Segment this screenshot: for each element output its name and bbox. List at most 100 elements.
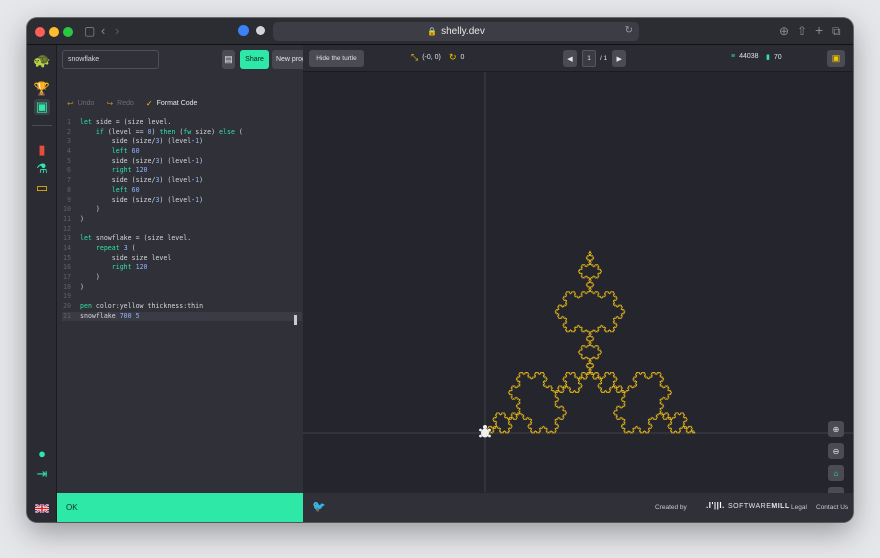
line-number: 17	[63, 273, 71, 281]
contact-link[interactable]: Contact Us	[816, 504, 848, 511]
canvas-toolbar: Hide the turtle ⤡ (-0, 0) ↻ 0 ◀ 1 / 1 ▶ …	[303, 45, 853, 72]
close-window-button[interactable]	[35, 27, 45, 37]
code-line[interactable]: 17 )	[62, 273, 302, 283]
line-number: 11	[63, 214, 71, 223]
browser-toolbar: ▢ ‹ › 🔒 shelly.dev ↻ ⊕ ⇧ + ⧉	[27, 18, 853, 45]
line-number: 2	[67, 127, 71, 136]
export-image-button[interactable]: ▣	[827, 50, 845, 67]
flag-uk-icon[interactable]	[34, 500, 50, 516]
legal-link[interactable]: Legal	[791, 504, 807, 511]
code-line[interactable]: 13 let snowflake = (size level.	[62, 234, 302, 244]
code-line[interactable]: 15 side size level	[62, 254, 302, 264]
line-text: let snowflake = (size level.	[80, 234, 192, 243]
code-line[interactable]: 9 side (size/3) (level-1)	[62, 196, 302, 206]
line-number: 8	[67, 185, 71, 194]
turtle-sprite	[479, 425, 491, 438]
code-line[interactable]: 12	[62, 225, 302, 235]
turtle-logo-icon[interactable]: 🐢	[33, 52, 50, 68]
zoom-window-button[interactable]	[63, 27, 73, 37]
reload-icon[interactable]: ↻	[625, 25, 633, 36]
new-tab-icon[interactable]: +	[815, 22, 823, 38]
url-text: shelly.dev	[441, 26, 485, 37]
format-code-button[interactable]: ✓ Format Code	[146, 99, 198, 108]
zoom-in-button[interactable]: ⊕	[828, 421, 844, 437]
logout-icon[interactable]: ⇥	[34, 466, 50, 482]
twitter-icon[interactable]: 🐦	[312, 500, 326, 513]
extension-icon[interactable]	[238, 25, 249, 36]
center-turtle-button[interactable]: ⌂	[828, 465, 844, 481]
turtle-angle: ↻ 0	[449, 52, 464, 63]
prev-page-button[interactable]: ◀	[563, 50, 577, 67]
bus-icon[interactable]: ▭	[34, 180, 50, 196]
format-label: Format Code	[156, 99, 198, 107]
zoom-out-button[interactable]: ⊖	[828, 443, 844, 459]
save-button[interactable]: ▤	[222, 50, 235, 69]
share-icon[interactable]: ⇧	[797, 23, 807, 39]
tab-overview-icon[interactable]: ⧉	[832, 23, 841, 39]
forward-icon[interactable]: ›	[115, 23, 119, 39]
softwaremill-name[interactable]: SOFTWAREMILL	[728, 503, 790, 510]
address-bar[interactable]: 🔒 shelly.dev ↻	[273, 22, 639, 41]
code-line[interactable]: 11)	[62, 215, 302, 225]
line-number: 12	[63, 224, 71, 233]
page-total: / 1	[600, 55, 608, 62]
privacy-shield-icon[interactable]	[256, 26, 265, 35]
next-icon: ▶	[616, 55, 622, 63]
status-bar: OK	[57, 493, 303, 522]
share-button[interactable]: Share	[240, 50, 269, 69]
program-name-input[interactable]: snowflake	[62, 50, 159, 69]
user-settings-icon[interactable]: ●	[34, 445, 50, 461]
redo-button[interactable]: ↪ Redo	[106, 99, 133, 108]
save-icon: ▤	[224, 54, 233, 64]
line-text: )	[80, 273, 100, 281]
sidebar-toggle-icon[interactable]: ▢	[84, 23, 95, 39]
code-line[interactable]: 7 side (size/3) (level-1)	[62, 176, 302, 186]
flask-icon[interactable]: ⚗	[34, 161, 50, 177]
code-line[interactable]: 21 snowflake 700 5	[62, 311, 302, 322]
line-number: 16	[63, 263, 71, 272]
zoom-out-icon: ⊖	[832, 446, 840, 456]
code-line[interactable]: 14 repeat 3 (	[62, 244, 302, 254]
lock-icon: 🔒	[427, 27, 438, 36]
code-line[interactable]: 5 side (size/3) (level-1)	[62, 157, 302, 167]
line-text: side (size/3) (level-1)	[80, 156, 204, 165]
code-line[interactable]: 19	[62, 292, 302, 302]
book-icon[interactable]: ▮	[34, 142, 50, 158]
next-page-button[interactable]: ▶	[612, 50, 627, 67]
code-area[interactable]: 1 let side = (size level. 2 if (level == 0…	[62, 118, 302, 322]
gallery-icon[interactable]: ▣	[34, 99, 50, 115]
pager: ◀ 1 / 1 ▶	[563, 50, 627, 67]
undo-label: Undo	[77, 99, 95, 107]
trophy-icon[interactable]: 🏆	[34, 81, 50, 97]
code-line[interactable]: 3 side (size/3) (level-1)	[62, 137, 302, 147]
code-line[interactable]: 10 )	[62, 205, 302, 215]
code-line[interactable]: 2 if (level == 0) then (fw size) else (	[62, 128, 302, 138]
page-number-input[interactable]: 1	[582, 50, 596, 67]
flag-uk-graphic	[35, 503, 49, 513]
minimize-window-button[interactable]	[49, 27, 59, 37]
code-line[interactable]: 4 left 60	[62, 147, 302, 157]
line-text: side (size/3) (level-1)	[80, 176, 204, 185]
editor-toolbar: ↩ Undo ↪ Redo ✓ Format Code	[67, 97, 209, 109]
code-line[interactable]: 18)	[62, 283, 302, 293]
code-line[interactable]: 20 pen color:yellow thickness:thin	[62, 302, 302, 312]
code-line[interactable]: 6 right 120	[62, 166, 302, 176]
back-icon[interactable]: ‹	[101, 23, 105, 39]
position-icon: ⤡	[411, 52, 419, 62]
line-number: 10	[63, 205, 71, 214]
line-number: 15	[63, 253, 71, 262]
line-number: 18	[63, 282, 71, 291]
download-icon[interactable]: ⊕	[779, 23, 789, 39]
angle-icon: ↻	[449, 52, 457, 62]
line-text: let side = (size level.	[80, 118, 172, 126]
line-number: 19	[63, 292, 71, 301]
line-number: 13	[63, 234, 71, 243]
line-text: )	[80, 214, 84, 223]
turtle-canvas[interactable]	[303, 72, 853, 492]
code-line[interactable]: 8 left 60	[62, 186, 302, 196]
hide-turtle-button[interactable]: Hide the turtle	[309, 50, 364, 67]
softwaremill-logo[interactable]: .I'||I.	[706, 501, 725, 510]
code-line[interactable]: 1 let side = (size level.	[62, 118, 302, 128]
code-line[interactable]: 16 right 120	[62, 263, 302, 273]
undo-button[interactable]: ↩ Undo	[67, 99, 94, 108]
